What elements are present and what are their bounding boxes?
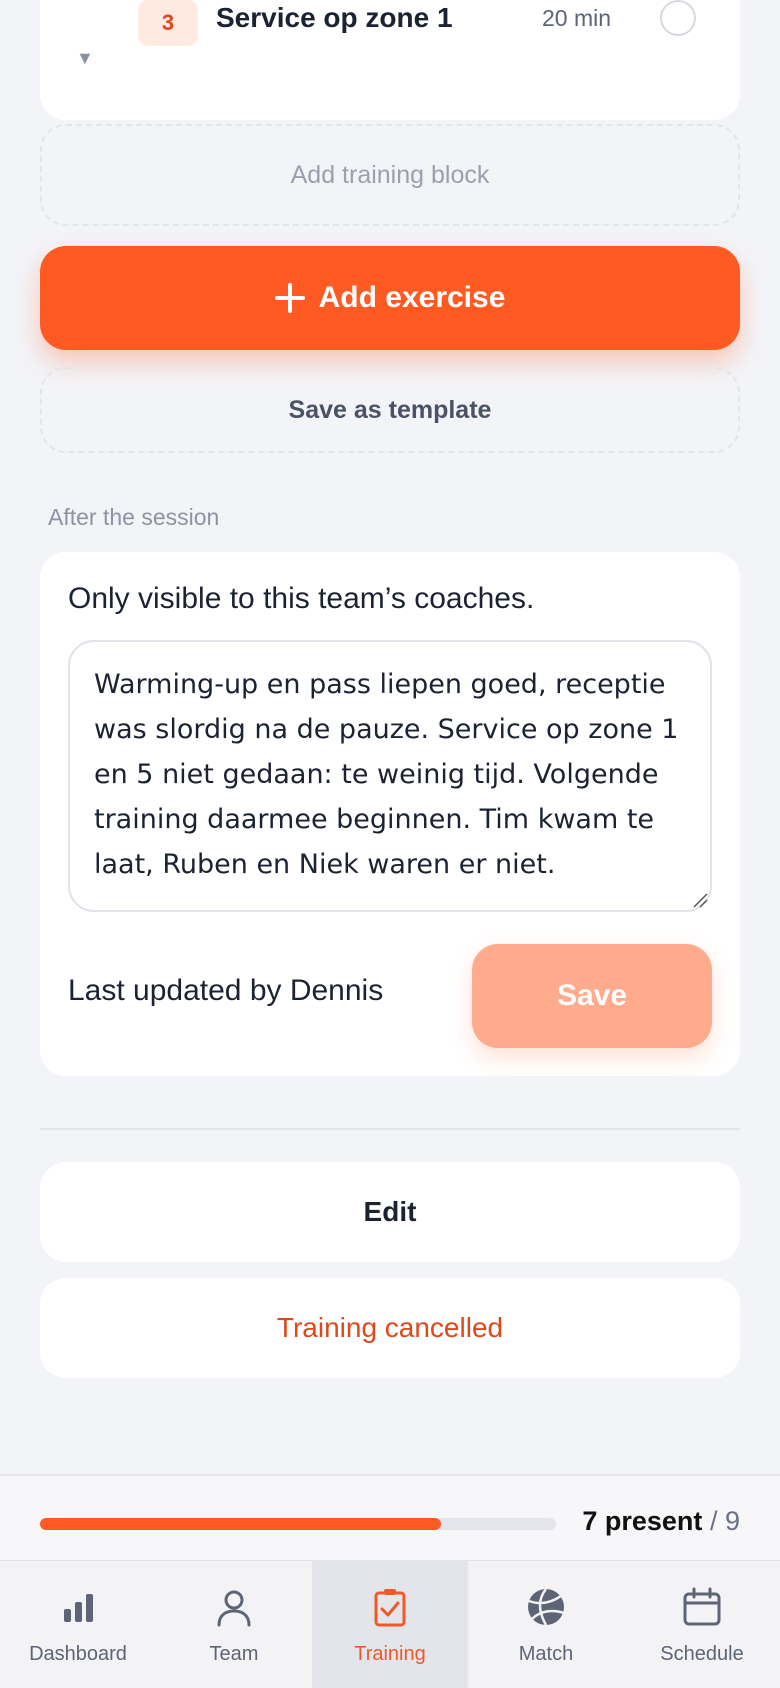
person-icon	[217, 1590, 251, 1627]
nav-item-dashboard[interactable]: Dashboard	[0, 1561, 156, 1688]
attendance-bar: 7 present / 9	[0, 1474, 780, 1560]
nav-item-team[interactable]: Team	[156, 1561, 312, 1688]
nav-label-match: Match	[518, 1643, 574, 1665]
resize-grip-icon[interactable]	[692, 892, 708, 908]
nav-label-dashboard: Dashboard	[29, 1643, 127, 1665]
last-updated-text: Last updated by Dennis	[68, 974, 384, 1007]
attendance-total: 9	[724, 1506, 740, 1536]
nav-label-team: Team	[209, 1643, 259, 1665]
attendance-count: 7 present / 9	[582, 1504, 740, 1538]
session-notes-card: Only visible to this team’s coaches. War…	[40, 552, 740, 1076]
exercise-complete-radio[interactable]	[660, 0, 696, 36]
exercise-card[interactable]: 3 Service op zone 1 20 min ▼	[40, 0, 740, 120]
chevron-down-icon[interactable]: ▼	[76, 48, 94, 69]
exercise-duration: 20 min	[542, 5, 612, 31]
nav-label-schedule: Schedule	[660, 1643, 744, 1665]
add-training-block-button[interactable]: Add training block	[40, 124, 740, 226]
nav-item-training[interactable]: Training	[312, 1561, 468, 1688]
session-notes-textarea[interactable]: Warming-up en pass liepen goed, receptie…	[68, 640, 712, 912]
exercise-title: Service op zone 1	[216, 2, 453, 33]
visibility-hint: Only visible to this team’s coaches.	[68, 582, 535, 615]
nav-label-training: Training	[354, 1643, 426, 1665]
section-label-after-session: After the session	[48, 504, 220, 530]
calendar-icon	[683, 1587, 721, 1626]
nav-item-match[interactable]: Match	[468, 1561, 624, 1688]
attendance-progress-fill	[40, 1518, 442, 1530]
volleyball-icon	[528, 1588, 565, 1626]
nav-item-schedule[interactable]: Schedule	[624, 1561, 780, 1688]
divider	[40, 1128, 740, 1130]
bottom-nav: Dashboard Team Training Match Schedule	[0, 1560, 780, 1688]
add-exercise-label: Add exercise	[318, 281, 506, 314]
present-count: 7 present	[582, 1506, 703, 1536]
edit-button[interactable]: Edit	[40, 1162, 740, 1262]
attendance-separator: /	[709, 1506, 718, 1536]
clipboard-check-icon	[374, 1589, 406, 1627]
save-notes-button[interactable]: Save	[472, 944, 712, 1048]
training-cancelled-button[interactable]: Training cancelled	[40, 1278, 740, 1378]
save-as-template-button[interactable]: Save as template	[40, 367, 740, 453]
plus-icon	[274, 283, 305, 313]
attendance-progress-track	[40, 1518, 556, 1530]
exercise-number-badge: 3	[138, 0, 198, 46]
bar-chart-icon	[64, 1594, 93, 1622]
add-exercise-button[interactable]: Add exercise	[40, 246, 740, 350]
